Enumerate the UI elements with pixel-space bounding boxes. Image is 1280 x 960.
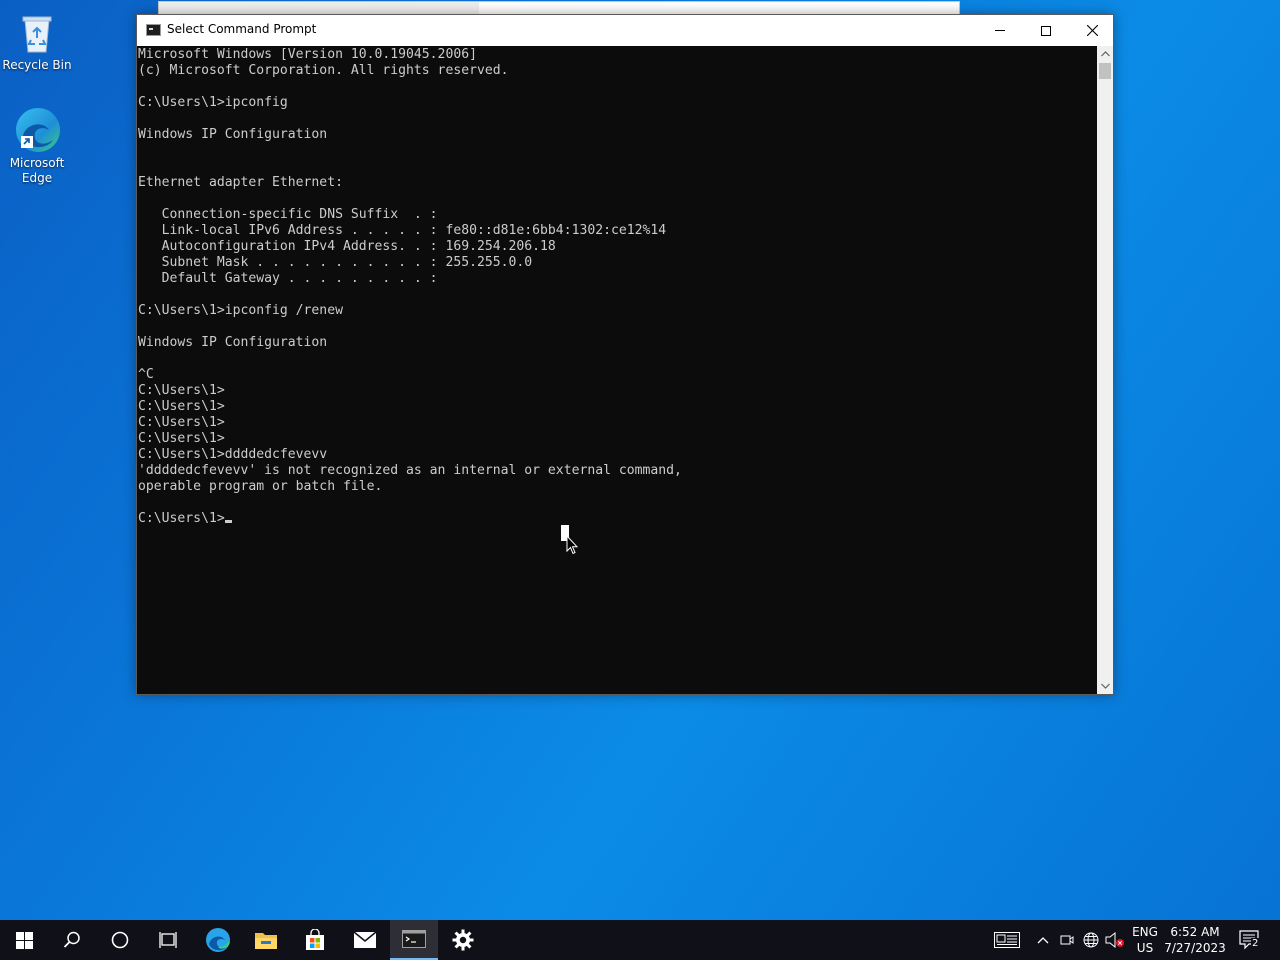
console-line: C:\Users\1>ipconfig /renew: [138, 303, 343, 318]
cortana-circle-icon: [111, 931, 129, 949]
close-icon: [1086, 25, 1098, 36]
minimize-icon: [995, 30, 1005, 31]
store-bag-icon: [306, 929, 324, 950]
maximize-button[interactable]: [1023, 15, 1069, 46]
clock-button[interactable]: 6:52 AM 7/27/2023: [1164, 920, 1226, 960]
console-line: ^C: [138, 367, 154, 382]
edge-icon: [206, 928, 230, 952]
command-prompt-window[interactable]: Select Command Prompt Microsoft Windows …: [136, 14, 1114, 695]
minimize-button[interactable]: [977, 15, 1023, 46]
news-widget-button[interactable]: [990, 920, 1024, 960]
recycle-bin-label: Recycle Bin: [2, 58, 72, 72]
title-bar[interactable]: Select Command Prompt: [137, 15, 1113, 46]
cmd-app-icon: [146, 24, 161, 36]
cortana-button[interactable]: [96, 920, 144, 960]
console-caret: [224, 520, 232, 523]
volume-muted-icon: [1105, 932, 1124, 948]
desktop-icon-microsoft-edge[interactable]: Microsoft Edge: [0, 106, 74, 186]
search-button[interactable]: [48, 920, 96, 960]
network-button[interactable]: [1080, 920, 1102, 960]
gear-icon: [452, 929, 474, 951]
keyboard-layout: US: [1136, 941, 1154, 955]
console-line: (c) Microsoft Corporation. All rights re…: [138, 63, 509, 78]
command-prompt-icon: [402, 930, 426, 948]
background-window[interactable]: [158, 1, 960, 15]
chevron-up-icon: [1037, 937, 1049, 944]
scroll-up-arrow-icon[interactable]: [1097, 46, 1113, 62]
scrollbar-thumb[interactable]: [1099, 63, 1111, 79]
console-line: Ethernet adapter Ethernet:: [138, 175, 343, 190]
console-line: Default Gateway . . . . . . . . . :: [138, 271, 438, 286]
mouse-pointer-icon: [566, 535, 578, 555]
taskbar: ENG US 6:52 AM 7/27/2023 2: [0, 920, 1280, 960]
recycle-bin-icon: [13, 8, 61, 56]
scroll-down-arrow-icon[interactable]: [1097, 678, 1113, 694]
desktop-icon-recycle-bin[interactable]: Recycle Bin: [0, 8, 74, 73]
console-line: Link-local IPv6 Address . . . . . : fe80…: [138, 223, 667, 238]
taskbar-settings[interactable]: [439, 920, 487, 960]
volume-button[interactable]: [1104, 920, 1126, 960]
console-line: C:\Users\1>ddddedcfevevv: [138, 447, 328, 462]
taskbar-microsoft-store[interactable]: [291, 920, 339, 960]
console-line: Subnet Mask . . . . . . . . . . . : 255.…: [138, 255, 533, 270]
console-line: C:\Users\1>ipconfig: [138, 95, 288, 110]
notification-count-badge: 2: [1251, 938, 1260, 949]
edge-label: Microsoft Edge: [9, 156, 65, 185]
console-line: C:\Users\1>: [138, 399, 225, 414]
taskbar-file-explorer[interactable]: [242, 920, 290, 960]
network-globe-icon: [1083, 932, 1099, 948]
language-code: ENG: [1132, 925, 1158, 939]
search-icon: [63, 931, 80, 948]
console-line: C:\Users\1>: [138, 511, 1097, 527]
mail-icon: [353, 931, 377, 948]
folder-icon: [255, 933, 277, 949]
input-language-button[interactable]: ENG US: [1128, 920, 1162, 960]
action-center-button[interactable]: 2: [1232, 920, 1268, 960]
console-line: operable program or batch file.: [138, 479, 383, 494]
meet-now-button[interactable]: [1058, 920, 1076, 960]
taskbar-mail[interactable]: [341, 920, 389, 960]
start-button[interactable]: [0, 920, 48, 960]
vertical-scrollbar[interactable]: [1097, 46, 1113, 694]
task-view-icon: [159, 932, 177, 948]
clock-date: 7/27/2023: [1164, 941, 1226, 955]
close-button[interactable]: [1069, 15, 1115, 46]
task-view-button[interactable]: [144, 920, 192, 960]
console-line: Autoconfiguration IPv4 Address. . : 169.…: [138, 239, 556, 254]
console-line: C:\Users\1>: [138, 383, 225, 398]
console-line: C:\Users\1>: [138, 431, 225, 446]
taskbar-command-prompt[interactable]: [390, 920, 438, 960]
taskbar-edge[interactable]: [194, 920, 242, 960]
window-title: Select Command Prompt: [167, 22, 317, 36]
news-icon: [994, 932, 1020, 948]
clock-time: 6:52 AM: [1170, 925, 1220, 939]
meet-now-icon: [1060, 935, 1074, 945]
console-output[interactable]: Microsoft Windows [Version 10.0.19045.20…: [137, 46, 1097, 694]
console-line: Microsoft Windows [Version 10.0.19045.20…: [138, 47, 477, 62]
windows-logo-icon: [15, 931, 33, 949]
maximize-icon: [1041, 25, 1051, 36]
console-line: Windows IP Configuration: [138, 335, 328, 350]
edge-icon: [13, 106, 61, 154]
show-hidden-icons-button[interactable]: [1034, 920, 1052, 960]
console-line: 'ddddedcfevevv' is not recognized as an …: [138, 463, 682, 478]
console-line: Windows IP Configuration: [138, 127, 328, 142]
console-line: C:\Users\1>: [138, 415, 225, 430]
console-line: Connection-specific DNS Suffix . :: [138, 207, 438, 222]
